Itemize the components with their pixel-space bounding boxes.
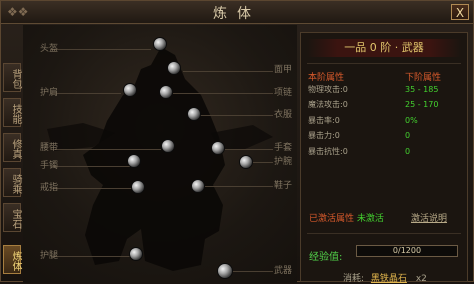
stat-next: 25 - 170	[405, 100, 439, 109]
slot-orb-shoulder[interactable]	[123, 83, 137, 97]
side-tab-bar: 背包 技能 修真 骑乘 宝石 炼体	[1, 25, 23, 283]
slot-line	[51, 166, 131, 167]
exp-progress-text: 0/1200	[392, 246, 422, 255]
stat-row: 暴击抗性:0 0	[308, 147, 410, 157]
slot-line	[225, 149, 273, 150]
consume-row: 消耗: 黑铁晶石 x2	[343, 271, 427, 284]
slot-orb-leggings[interactable]	[129, 247, 143, 261]
stat-row: 暴击率:0 0%	[308, 116, 418, 126]
stat-current: 魔法攻击:0	[308, 100, 348, 109]
close-button[interactable]: X	[451, 4, 469, 20]
tab-gems[interactable]: 宝石	[3, 203, 21, 232]
stat-next: 0	[405, 131, 411, 140]
body-figure-panel: 头盔 护肩 腰带 手镯 戒指 护腿 面甲 项链 衣服 手套 护腕 鞋子 武器	[23, 25, 297, 283]
window-title: 炼体	[213, 6, 261, 22]
slot-orb-helmet[interactable]	[153, 37, 167, 51]
forge-body-window: ❖❖ 炼体 X 背包 技能 修真 骑乘 宝石 炼体 头盔 护肩 腰带 手镯 戒指…	[0, 0, 474, 284]
slot-label-boots: 鞋子	[274, 181, 293, 191]
stat-current: 暴击率:0	[308, 116, 340, 125]
slot-line	[51, 93, 121, 94]
stat-next: 0%	[405, 116, 418, 125]
slot-label-ring: 戒指	[40, 183, 59, 193]
slot-label-gloves: 手套	[274, 143, 293, 153]
slot-line	[51, 149, 161, 150]
slot-line	[173, 93, 273, 94]
exp-label: 经验值:	[309, 252, 343, 263]
slot-label-face-guard: 面甲	[274, 65, 293, 75]
activated-status: 已激活属性 未激活	[309, 211, 384, 224]
stat-next: 35 - 185	[405, 85, 439, 94]
slot-label-leggings: 护腿	[40, 251, 59, 261]
slot-line	[183, 71, 273, 72]
tab-mount[interactable]: 骑乘	[3, 168, 21, 197]
tab-skills[interactable]: 技能	[3, 98, 21, 127]
slot-line	[253, 162, 273, 163]
slot-orb-boots[interactable]	[191, 179, 205, 193]
slot-orb-gloves[interactable]	[211, 141, 225, 155]
slot-label-bracer: 护腕	[274, 157, 293, 167]
title-bar: ❖❖ 炼体 X	[1, 1, 473, 24]
slot-label-shoulder: 护肩	[40, 88, 59, 98]
slot-line	[199, 115, 273, 116]
stat-current: 暴击抗性:0	[308, 147, 348, 156]
divider	[307, 233, 461, 234]
slot-line	[205, 186, 273, 187]
exp-progress-bar: 0/1200	[356, 245, 458, 257]
slot-label-bracelet: 手镯	[40, 161, 59, 171]
slot-label-necklace: 项链	[274, 88, 293, 98]
warrior-silhouette	[47, 47, 273, 271]
divider	[307, 63, 461, 64]
tab-bag[interactable]: 背包	[3, 63, 21, 92]
slot-orb-armor[interactable]	[187, 107, 201, 121]
slot-orb-ring[interactable]	[131, 180, 145, 194]
slot-line	[231, 271, 273, 272]
next-attr-header: 下阶属性	[405, 73, 442, 83]
stat-next: 0	[405, 147, 411, 156]
slot-orb-face-guard[interactable]	[167, 61, 181, 75]
activated-label: 已激活属性	[309, 214, 355, 224]
consume-label: 消耗:	[343, 274, 365, 284]
stat-row: 魔法攻击:0 25 - 170	[308, 100, 438, 110]
consume-item-link[interactable]: 黑铁晶石	[371, 274, 407, 284]
current-attr-header: 本阶属性	[308, 73, 345, 83]
slot-orb-weapon[interactable]	[217, 263, 233, 279]
slot-orb-belt[interactable]	[161, 139, 175, 153]
consume-count: x2	[415, 274, 427, 284]
tab-forge-body[interactable]: 炼体	[3, 245, 21, 274]
slot-orb-bracelet[interactable]	[127, 154, 141, 168]
slot-line	[51, 256, 133, 257]
slot-line	[51, 188, 133, 189]
slot-label-belt: 腰带	[40, 143, 59, 153]
activated-value: 未激活	[356, 214, 384, 224]
stat-row: 暴击力:0 0	[308, 131, 410, 141]
grade-title: 一品 0 阶 · 武器	[307, 39, 461, 57]
attribute-panel: 一品 0 阶 · 武器 本阶属性 下阶属性 物理攻击:0 35 - 185 魔法…	[300, 32, 468, 284]
slot-label-helmet: 头盔	[40, 44, 59, 54]
slot-line	[51, 49, 151, 50]
slot-label-armor: 衣服	[274, 110, 293, 120]
slot-orb-bracer[interactable]	[239, 155, 253, 169]
stat-current: 暴击力:0	[308, 131, 340, 140]
slot-orb-necklace[interactable]	[159, 85, 173, 99]
slot-label-weapon: 武器	[274, 266, 293, 276]
stat-current: 物理攻击:0	[308, 85, 348, 94]
activation-help-link[interactable]: 激活说明	[411, 211, 447, 224]
stat-row: 物理攻击:0 35 - 185	[308, 85, 438, 95]
tab-cultivation[interactable]: 修真	[3, 133, 21, 162]
